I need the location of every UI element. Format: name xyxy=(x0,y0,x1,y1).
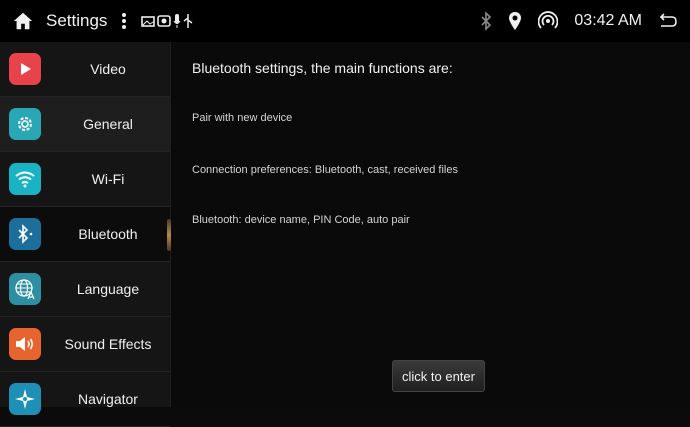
sidebar-item-general[interactable]: General xyxy=(0,97,170,152)
more-vert-icon[interactable] xyxy=(121,11,127,31)
sidebar-item-navigator[interactable]: Navigator xyxy=(0,372,170,427)
image-icon xyxy=(141,16,156,27)
compass-icon xyxy=(9,383,41,415)
speaker-icon xyxy=(9,328,41,360)
gear-icon xyxy=(9,108,41,140)
sidebar-item-label: Navigator xyxy=(78,391,138,407)
language-globe-icon xyxy=(9,273,41,305)
mic-icon xyxy=(174,14,181,28)
sidebar-item-bluetooth[interactable]: Bluetooth xyxy=(0,207,171,262)
usb-icon xyxy=(183,14,193,28)
sidebar-item-label: Wi-Fi xyxy=(91,171,125,187)
notification-icons xyxy=(141,13,193,29)
page-title: Settings xyxy=(46,11,108,30)
home-icon[interactable] xyxy=(12,10,34,32)
panel-heading: Bluetooth settings, the main functions a… xyxy=(192,60,453,76)
sidebar-item-label: Language xyxy=(76,281,140,297)
sidebar-item-label: General xyxy=(83,116,133,132)
sidebar-item-label: Sound Effects xyxy=(64,336,152,352)
sidebar-item-label: Video xyxy=(90,61,126,77)
clock: 03:42 AM xyxy=(574,12,642,29)
radio-icon xyxy=(157,15,172,27)
feature-line: Bluetooth: device name, PIN Code, auto p… xyxy=(192,214,410,226)
sidebar-item-video[interactable]: Video xyxy=(0,42,170,97)
bluetooth-info-panel: Bluetooth settings, the main functions a… xyxy=(171,42,690,407)
back-icon[interactable] xyxy=(658,12,678,30)
sidebar-item-label: Bluetooth xyxy=(78,226,138,242)
feature-line: Connection preferences: Bluetooth, cast,… xyxy=(192,164,458,176)
bluetooth-icon xyxy=(481,11,492,31)
status-bar: Settings 03:42 AM xyxy=(0,0,690,42)
click-to-enter-button[interactable]: click to enter xyxy=(392,360,485,392)
sidebar-item-language[interactable]: Language xyxy=(0,262,170,317)
wifi-icon xyxy=(9,163,41,195)
hotspot-icon xyxy=(538,11,559,29)
video-play-icon xyxy=(9,53,41,85)
location-icon xyxy=(509,12,522,30)
settings-sidebar: Video General Wi-Fi Bluetooth Language S… xyxy=(0,42,171,427)
sidebar-item-wifi[interactable]: Wi-Fi xyxy=(0,152,170,207)
bluetooth-icon xyxy=(9,218,41,250)
feature-line: Pair with new device xyxy=(192,112,293,124)
sidebar-item-sound-effects[interactable]: Sound Effects xyxy=(0,317,170,372)
